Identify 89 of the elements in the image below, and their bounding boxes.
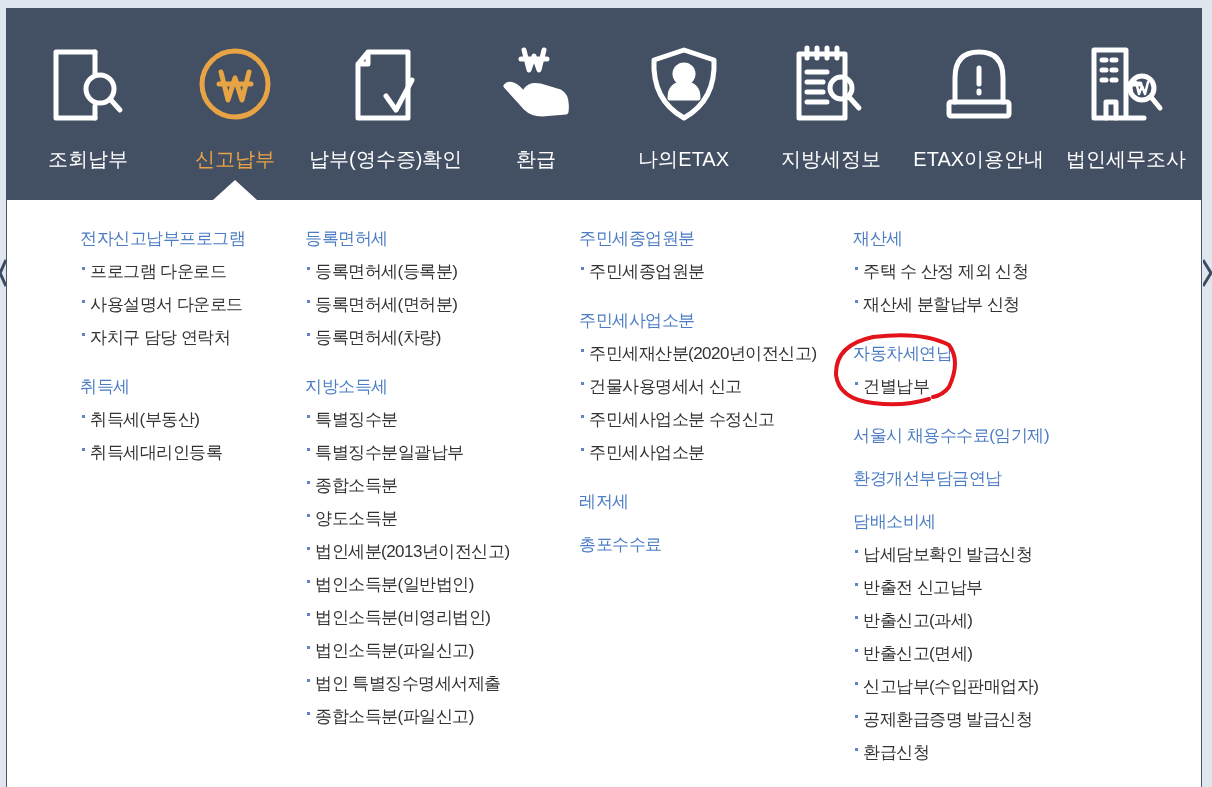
bullet-icon [855,300,858,303]
bullet-icon [307,415,310,418]
bullet-icon [855,748,858,751]
menu-link[interactable]: 주민세종업원분 [589,258,705,285]
bullet-icon [855,583,858,586]
menu-heading[interactable]: 자동차세연납 [853,337,952,370]
bullet-icon [307,613,310,616]
bullet-icon [307,333,310,336]
menu-link[interactable]: 법인소득분(비영리법인) [315,604,491,631]
chevron-left-icon[interactable] [0,258,6,288]
menu-link[interactable]: 자치구 담당 연락처 [90,324,231,351]
nav-tab[interactable]: ETAX이용안내 [913,144,1045,174]
menu-link[interactable]: 법인 특별징수명세서제출 [315,670,501,697]
bullet-icon [307,712,310,715]
menu-link[interactable]: 건물사용명세서 신고 [589,373,742,400]
menu-link[interactable]: 건별납부 [863,373,929,400]
bullet-icon [82,267,85,270]
bullet-icon [855,616,858,619]
menu-heading[interactable]: 지방소득세 [305,370,388,403]
bullet-icon [82,300,85,303]
bullet-icon [581,267,584,270]
menu-link[interactable]: 특별징수분일괄납부 [315,439,464,466]
bullet-icon [307,547,310,550]
nav-tab[interactable]: 환급 [516,144,557,174]
menu-link[interactable]: 양도소득분 [315,505,398,532]
menu-heading[interactable]: 담배소비세 [853,505,936,538]
bullet-icon [855,382,858,385]
nav-tab[interactable]: 조회납부 [47,144,128,174]
bullet-icon [581,349,584,352]
bullet-icon [855,682,858,685]
menu-link[interactable]: 공제환급증명 발급신청 [863,706,1033,733]
menu-heading[interactable]: 주민세사업소분 [579,304,695,337]
menu-link[interactable]: 반출신고(면세) [863,640,973,667]
nav-tab[interactable]: 신고납부 [195,144,276,174]
menu-link[interactable]: 주민세사업소분 [589,439,705,466]
menu-link[interactable]: 재산세 분할납부 신청 [863,291,1020,318]
bullet-icon [82,415,85,418]
bullet-icon [82,333,85,336]
menu-heading[interactable]: 재산세 [853,222,903,255]
menu-heading[interactable]: 등록면허세 [305,222,388,255]
menu-link[interactable]: 등록면허세(면허분) [315,291,458,318]
bullet-icon [307,448,310,451]
menu-heading[interactable]: 환경개선부담금연납 [853,462,1002,495]
menu-link[interactable]: 신고납부(수입판매업자) [863,673,1039,700]
menu-link[interactable]: 취득세대리인등록 [90,439,222,466]
bullet-icon [855,715,858,718]
menu-link[interactable]: 반출전 신고납부 [863,574,983,601]
bullet-icon [307,267,310,270]
menu-link[interactable]: 주민세사업소분 수정신고 [589,406,775,433]
nav-tab[interactable]: 나의ETAX [638,144,730,174]
menu-link[interactable]: 등록면허세(차량) [315,324,441,351]
bullet-icon [855,649,858,652]
menu-link[interactable]: 법인소득분(일반법인) [315,571,474,598]
menu-link[interactable]: 사용설명서 다운로드 [90,291,243,318]
menu-link[interactable]: 주택 수 산정 제외 신청 [863,258,1029,285]
chevron-right-icon[interactable] [1203,258,1212,288]
menu-heading[interactable]: 서울시 채용수수료(임기제) [853,419,1050,452]
menu-heading[interactable]: 전자신고납부프로그램 [80,222,245,255]
bullet-icon [307,481,310,484]
menu-heading[interactable]: 주민세종업원분 [579,222,695,255]
menu-link[interactable]: 종합소득분(파일신고) [315,703,474,730]
menu-link[interactable]: 납세담보확인 발급신청 [863,541,1033,568]
bullet-icon [307,300,310,303]
bullet-icon [307,646,310,649]
menu-link[interactable]: 종합소득분 [315,472,398,499]
bullet-icon [82,448,85,451]
bullet-icon [581,382,584,385]
menu-link[interactable]: 주민세재산분(2020년이전신고) [589,340,817,367]
menu-link[interactable]: 환급신청 [863,739,929,766]
menu-link[interactable]: 프로그램 다운로드 [90,258,227,285]
bullet-icon [307,514,310,517]
menu-heading[interactable]: 취득세 [80,370,130,403]
menu-heading[interactable]: 총포수수료 [579,528,662,561]
menu-link[interactable]: 등록면허세(등록분) [315,258,458,285]
bullet-icon [855,267,858,270]
bullet-icon [855,550,858,553]
menu-link[interactable]: 반출신고(과세) [863,607,973,634]
menu-link[interactable]: 법인세분(2013년이전신고) [315,538,510,565]
menu-link[interactable]: 법인소득분(파일신고) [315,637,474,664]
nav-tab[interactable]: 지방세정보 [781,144,882,174]
menu-heading[interactable]: 레저세 [579,485,629,518]
bullet-icon [307,679,310,682]
bullet-icon [307,580,310,583]
nav-tab[interactable]: 법인세무조사 [1066,144,1187,174]
nav-tab[interactable]: 납부(영수증)확인 [309,144,463,174]
menu-link[interactable]: 취득세(부동산) [90,406,200,433]
bullet-icon [581,448,584,451]
menu-link[interactable]: 특별징수분 [315,406,398,433]
bullet-icon [581,415,584,418]
